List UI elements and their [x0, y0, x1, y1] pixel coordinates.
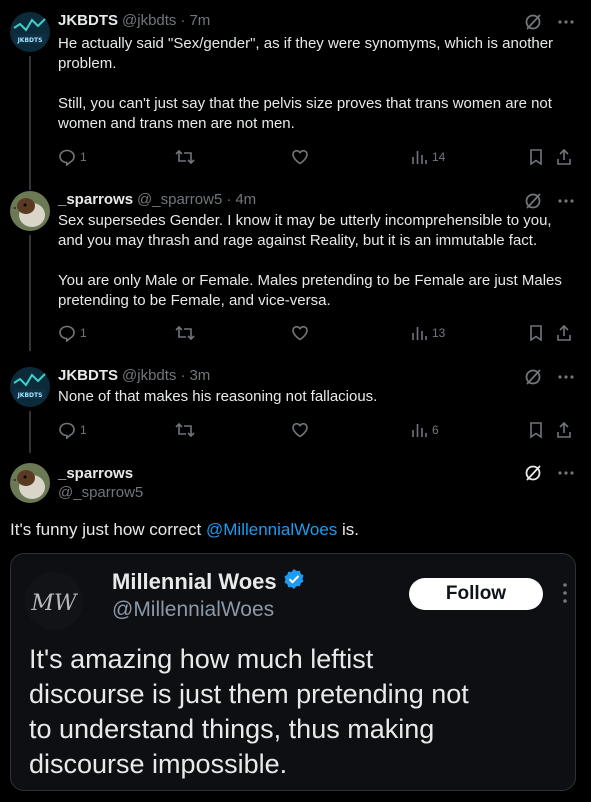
retweet-icon — [175, 324, 195, 342]
retweet-button[interactable] — [175, 421, 195, 439]
like-button[interactable] — [291, 148, 309, 166]
bookmark-button[interactable] — [528, 148, 544, 166]
views-button[interactable]: 6 — [410, 421, 439, 439]
handle[interactable]: @_sparrow5 — [137, 191, 222, 208]
more-icon[interactable] — [557, 192, 575, 210]
reply-count: 1 — [80, 326, 87, 340]
tweet-text: Sex supersedes Gender. I know it may be … — [58, 212, 562, 309]
share-button[interactable] — [555, 324, 573, 342]
retweet-icon — [175, 148, 195, 166]
card-tweet-text: It's amazing how much leftist discourse … — [29, 644, 469, 779]
separator: · — [226, 191, 232, 208]
handle[interactable]: @_sparrow5 — [58, 484, 143, 501]
svg-text:MW: MW — [30, 591, 79, 616]
retweet-icon — [175, 421, 195, 439]
share-button[interactable] — [555, 421, 573, 439]
views-button[interactable]: 14 — [410, 148, 445, 166]
tweet-text: None of that makes his reasoning not fal… — [58, 388, 378, 405]
views-count: 14 — [432, 150, 446, 164]
millennial-woes-logo: MW — [25, 572, 83, 630]
avatar[interactable] — [10, 463, 50, 503]
card-name-text: Millennial Woes — [112, 569, 277, 594]
card-handle: @MillennialWoes — [112, 598, 275, 621]
thread-line — [29, 56, 31, 190]
views-button[interactable]: 13 — [410, 324, 445, 342]
reply-button[interactable]: 1 — [58, 324, 87, 342]
reply-count: 1 — [80, 150, 87, 164]
like-icon — [291, 421, 309, 439]
share-button[interactable] — [555, 148, 573, 166]
like-button[interactable] — [291, 421, 309, 439]
timestamp[interactable]: 4m — [235, 191, 256, 208]
action-bar: 1 6 — [58, 421, 578, 441]
views-icon — [410, 421, 428, 439]
reply-icon — [58, 148, 76, 166]
like-icon — [291, 148, 309, 166]
views-count: 13 — [432, 326, 446, 340]
more-icon[interactable] — [557, 464, 575, 482]
timestamp[interactable]: 3m — [189, 367, 210, 384]
avatar[interactable]: JKBDTS — [10, 12, 50, 52]
handle[interactable]: @jkbdts — [122, 12, 176, 29]
display-name[interactable]: _sparrows — [58, 191, 133, 208]
tweet-text: It's funny just how correct @MillennialW… — [10, 520, 359, 540]
grok-icon[interactable] — [523, 191, 543, 211]
avatar[interactable] — [10, 191, 50, 231]
tweet-reply-3[interactable]: JKBDTS JKBDTS @jkbdts · 3m None of that … — [0, 367, 591, 453]
bookmark-button[interactable] — [528, 421, 544, 439]
reply-button[interactable]: 1 — [58, 421, 87, 439]
retweet-button[interactable] — [175, 148, 195, 166]
tweet-text: He actually said "Sex/gender", as if the… — [58, 35, 554, 132]
tweet-reply-1[interactable]: JKBDTS JKBDTS @jkbdts · 7m He actually s… — [0, 12, 591, 190]
bookmark-icon — [528, 148, 544, 166]
handle[interactable]: @jkbdts — [122, 367, 176, 384]
display-name[interactable]: JKBDTS — [58, 367, 118, 384]
tweet-text-part: is. — [337, 520, 360, 539]
thread-line — [29, 235, 31, 351]
action-bar: 1 14 — [58, 148, 578, 168]
timestamp[interactable]: 7m — [189, 12, 210, 29]
tweet-header: JKBDTS @jkbdts · 3m — [58, 367, 210, 387]
embedded-image-card[interactable]: MW Millennial Woes @MillennialWoes Follo… — [10, 553, 576, 791]
verified-icon — [283, 568, 305, 596]
reply-icon — [58, 324, 76, 342]
reply-count: 1 — [80, 423, 87, 437]
grok-icon[interactable] — [523, 463, 543, 483]
grok-icon[interactable] — [523, 12, 543, 32]
svg-text:JKBDTS: JKBDTS — [17, 37, 43, 44]
share-icon — [555, 148, 573, 166]
views-icon — [410, 148, 428, 166]
tweet-text-part: It's funny just how correct — [10, 520, 206, 539]
display-name[interactable]: JKBDTS — [58, 12, 118, 29]
card-display-name: Millennial Woes — [112, 568, 305, 596]
bookmark-icon — [528, 324, 544, 342]
tweet-reply-2[interactable]: _sparrows @_sparrow5 · 4m Sex supersedes… — [0, 191, 591, 351]
more-icon[interactable] — [557, 368, 575, 386]
bookmark-button[interactable] — [528, 324, 544, 342]
more-icon — [561, 582, 569, 609]
action-bar: 1 13 — [58, 324, 578, 344]
display-name[interactable]: _sparrows — [58, 465, 133, 482]
like-button[interactable] — [291, 324, 309, 342]
share-icon — [555, 421, 573, 439]
avatar[interactable]: JKBDTS — [10, 367, 50, 407]
bookmark-icon — [528, 421, 544, 439]
grok-icon[interactable] — [523, 367, 543, 387]
reply-icon — [58, 421, 76, 439]
share-icon — [555, 324, 573, 342]
follow-button: Follow — [409, 578, 543, 610]
reply-button[interactable]: 1 — [58, 148, 87, 166]
thread-line — [29, 411, 31, 453]
separator: · — [180, 12, 186, 29]
tweet-header: _sparrows @_sparrow5 · 4m — [58, 191, 256, 211]
more-icon[interactable] — [557, 13, 575, 31]
like-icon — [291, 324, 309, 342]
views-icon — [410, 324, 428, 342]
svg-text:JKBDTS: JKBDTS — [17, 392, 43, 399]
tweet-header: JKBDTS @jkbdts · 7m — [58, 12, 210, 32]
retweet-button[interactable] — [175, 324, 195, 342]
mention-link[interactable]: @MillennialWoes — [206, 520, 337, 539]
separator: · — [180, 367, 186, 384]
views-count: 6 — [432, 423, 439, 437]
